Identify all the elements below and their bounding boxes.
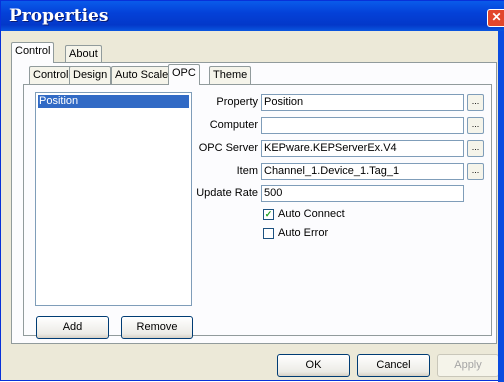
title-bar[interactable]: Properties ✕ — [1, 1, 504, 31]
tab-outer-control[interactable]: Control — [11, 42, 55, 63]
tab-control[interactable]: Control — [29, 66, 73, 84]
auto-error-checkbox[interactable] — [263, 228, 274, 239]
update-rate-field[interactable]: 500 — [261, 185, 464, 202]
tab-opc[interactable]: OPC — [168, 64, 200, 85]
close-button[interactable]: ✕ — [487, 9, 504, 27]
tab-auto-scale[interactable]: Auto Scale — [111, 66, 173, 84]
cancel-button[interactable]: Cancel — [357, 354, 430, 377]
item-field[interactable]: Channel_1.Device_1.Tag_1 — [261, 163, 464, 180]
property-browse-button[interactable]: ... — [467, 94, 484, 111]
opc-server-label: OPC Server — [198, 142, 258, 154]
computer-field[interactable] — [261, 117, 464, 134]
window-right-frame — [498, 31, 504, 382]
add-button[interactable]: Add — [36, 316, 109, 339]
tab-design[interactable]: Design — [69, 66, 112, 84]
item-browse-button[interactable]: ... — [467, 163, 484, 180]
auto-connect-label: Auto Connect — [278, 208, 345, 220]
auto-connect-checkbox[interactable]: ✓ — [263, 209, 274, 220]
computer-browse-button[interactable]: ... — [467, 117, 484, 134]
properties-dialog: Properties ✕ Control About Control Desig… — [0, 0, 504, 382]
computer-label: Computer — [209, 119, 258, 131]
property-field[interactable]: Position — [261, 94, 464, 111]
ok-button[interactable]: OK — [277, 354, 350, 377]
property-label: Property — [216, 96, 258, 108]
close-icon: ✕ — [491, 10, 502, 24]
tab-theme[interactable]: Theme — [209, 66, 252, 84]
remove-button[interactable]: Remove — [121, 316, 193, 339]
list-item[interactable]: Position — [38, 95, 189, 108]
update-rate-label: Update Rate — [196, 187, 258, 199]
item-label: Item — [236, 165, 258, 177]
property-list[interactable]: Position — [35, 92, 192, 306]
apply-button[interactable]: Apply — [437, 354, 499, 377]
opc-server-browse-button[interactable]: ... — [467, 140, 484, 157]
tab-outer-about[interactable]: About — [65, 45, 102, 63]
auto-error-label: Auto Error — [278, 227, 329, 239]
opc-server-field[interactable]: KEPware.KEPServerEx.V4 — [261, 140, 464, 157]
window-title: Properties — [9, 6, 109, 26]
